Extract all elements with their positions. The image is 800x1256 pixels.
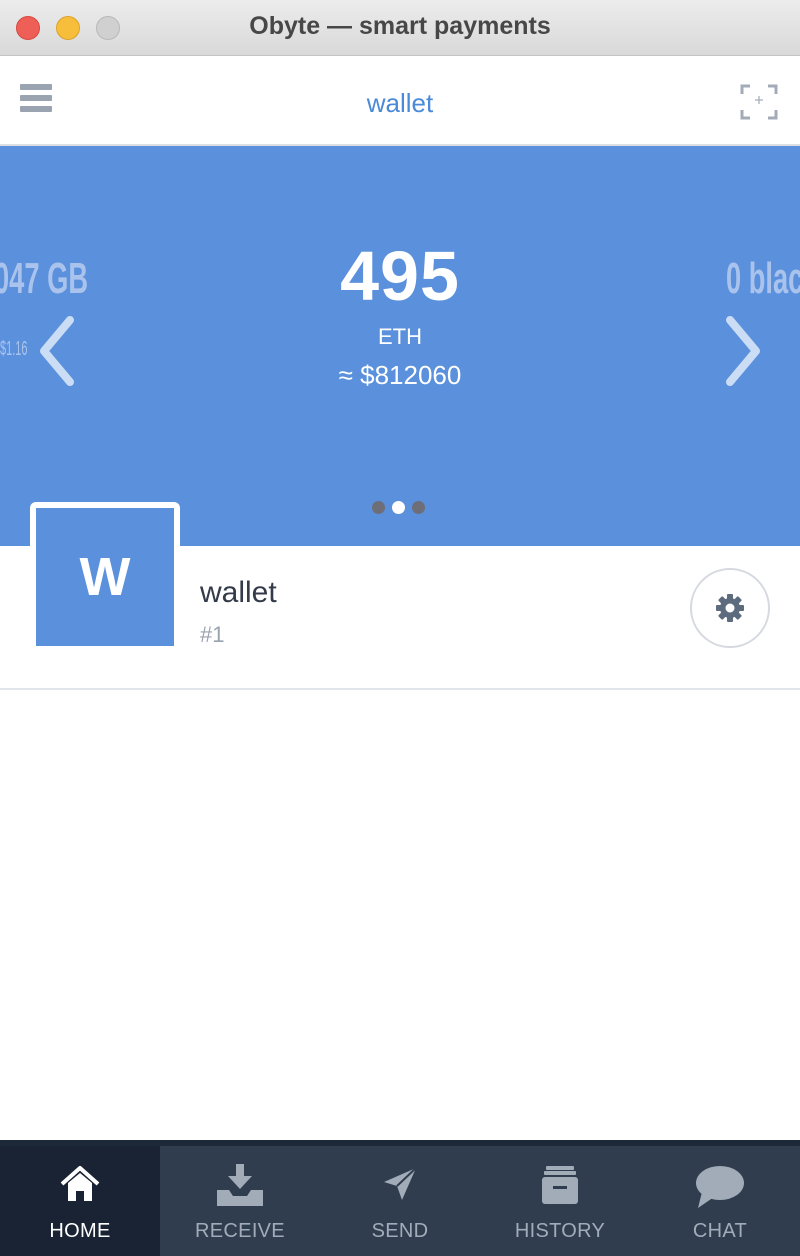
tab-send-label: SEND <box>371 1220 429 1242</box>
divider <box>0 688 800 690</box>
chat-icon <box>690 1164 750 1210</box>
gear-icon <box>716 594 744 622</box>
wallet-avatar[interactable]: W <box>30 502 180 652</box>
wallet-avatar-letter: W <box>36 508 174 646</box>
balance-carousel[interactable]: 047 GB $1.16 0 black 495 ETH ≈ $812060 <box>0 146 800 546</box>
tab-history[interactable]: HISTORY <box>480 1146 640 1256</box>
window-title: Obyte — smart payments <box>249 12 551 40</box>
carousel-dot[interactable] <box>372 501 385 514</box>
bottom-tab-bar: HOME RECEIVE SEND HISTORY CHAT <box>0 1140 800 1256</box>
balance-unit: ETH <box>378 324 422 349</box>
carousel-dot[interactable] <box>412 501 425 514</box>
tab-home[interactable]: HOME <box>0 1146 160 1256</box>
send-icon <box>370 1164 430 1210</box>
home-icon <box>50 1164 110 1210</box>
app-header: wallet <box>0 56 800 146</box>
history-icon <box>530 1164 590 1210</box>
tab-send[interactable]: SEND <box>320 1146 480 1256</box>
tab-home-label: HOME <box>49 1220 111 1242</box>
wallet-settings-button[interactable] <box>690 568 770 648</box>
wallet-number: #1 <box>200 622 225 647</box>
tab-chat[interactable]: CHAT <box>640 1146 800 1256</box>
tab-chat-label: CHAT <box>692 1220 748 1242</box>
tab-receive-label: RECEIVE <box>195 1220 285 1242</box>
tab-receive[interactable]: RECEIVE <box>160 1146 320 1256</box>
receive-icon <box>210 1164 270 1210</box>
carousel-dot-active[interactable] <box>392 501 405 514</box>
qr-scan-icon[interactable] <box>740 84 778 120</box>
balance-fiat: ≈ $812060 <box>338 360 462 390</box>
tab-history-label: HISTORY <box>514 1220 606 1242</box>
carousel-dots <box>372 501 425 514</box>
wallet-name: wallet <box>200 576 277 609</box>
page-title: wallet <box>366 88 434 118</box>
balance-amount: 495 <box>340 237 460 315</box>
window-titlebar: Obyte — smart payments <box>0 0 800 56</box>
